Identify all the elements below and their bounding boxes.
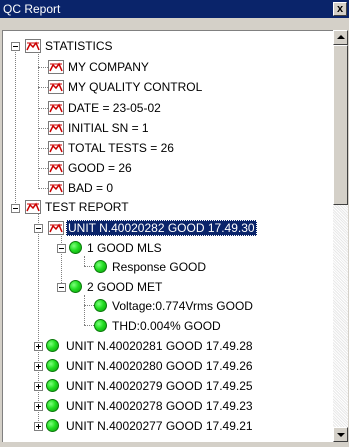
green-status-dot-icon [94, 319, 107, 332]
collapse-toggle-test-1[interactable] [57, 244, 66, 253]
collapse-toggle-test-2[interactable] [57, 283, 66, 292]
chart-icon [48, 141, 64, 155]
node-label: Response GOOD [112, 260, 207, 274]
green-status-dot-icon [69, 280, 82, 293]
scroll-up-button[interactable] [333, 30, 348, 45]
scroll-down-button[interactable] [333, 427, 348, 442]
collapse-toggle-statistics[interactable] [11, 42, 20, 51]
green-status-dot-icon [69, 241, 82, 254]
node-label: THD:0.004% GOOD [112, 319, 221, 333]
chart-icon [48, 181, 64, 195]
green-status-dot-icon [46, 359, 59, 372]
tree-node-test-1[interactable]: 1 GOOD MLS [85, 240, 164, 256]
green-status-dot-icon [46, 379, 59, 392]
tree-node-unit[interactable]: UNIT N.40020277 GOOD 17.49.21 [64, 418, 255, 434]
green-status-dot-icon [46, 419, 59, 432]
node-label: 2 GOOD MET [87, 280, 163, 294]
title-bar[interactable]: QC Report x [0, 0, 349, 18]
green-status-dot-icon [94, 299, 107, 312]
window-title: QC Report [3, 2, 61, 16]
tree-node-stat[interactable]: MY COMPANY [66, 59, 151, 75]
tree-node-stat[interactable]: GOOD = 26 [66, 160, 134, 176]
report-tree[interactable]: STATISTICS MY COMPANY MY QUALITY CONTROL… [2, 30, 334, 442]
scrollbar-thumb[interactable] [333, 45, 348, 205]
node-label: STATISTICS [45, 39, 113, 53]
tree-node-unit[interactable]: UNIT N.40020279 GOOD 17.49.25 [64, 378, 255, 394]
tree-node-result[interactable]: Response GOOD [110, 259, 208, 275]
node-label: UNIT N.40020279 GOOD 17.49.25 [66, 379, 253, 393]
tree-node-result[interactable]: Voltage:0.774Vrms GOOD [110, 298, 255, 314]
tree-node-stat[interactable]: DATE = 23-05-02 [66, 100, 163, 116]
node-label: UNIT N.40020278 GOOD 17.49.23 [66, 399, 253, 413]
node-label: UNIT N.40020281 GOOD 17.49.28 [66, 339, 253, 353]
tree-node-unit[interactable]: UNIT N.40020280 GOOD 17.49.26 [64, 358, 255, 374]
node-label: UNIT N.40020277 GOOD 17.49.21 [66, 419, 253, 433]
node-label: 1 GOOD MLS [87, 241, 162, 255]
collapse-toggle-unit[interactable] [34, 224, 43, 233]
green-status-dot-icon [46, 339, 59, 352]
chart-icon [48, 161, 64, 175]
tree-node-unit[interactable]: UNIT N.40020281 GOOD 17.49.28 [64, 338, 255, 354]
tree-node-result[interactable]: THD:0.004% GOOD [110, 318, 223, 334]
chart-icon [48, 80, 64, 94]
node-label: Voltage:0.774Vrms GOOD [112, 299, 253, 313]
close-button[interactable]: x [333, 2, 347, 16]
chart-icon [25, 200, 41, 214]
arrow-up-icon [337, 35, 345, 39]
green-status-dot-icon [94, 260, 107, 273]
node-label: GOOD = 26 [68, 161, 132, 175]
tree-node-test-2[interactable]: 2 GOOD MET [85, 279, 164, 295]
chart-icon [48, 101, 64, 115]
expand-toggle-unit[interactable] [34, 362, 43, 371]
chart-icon [25, 39, 41, 53]
expand-toggle-unit[interactable] [34, 402, 43, 411]
tree-node-stat[interactable]: TOTAL TESTS = 26 [66, 140, 176, 156]
expand-toggle-unit[interactable] [34, 342, 43, 351]
tree-node-stat[interactable]: MY QUALITY CONTROL [66, 79, 204, 95]
green-status-dot-icon [46, 399, 59, 412]
qc-report-window: QC Report x STATISTICS MY COMPANY MY QUA [0, 0, 349, 447]
expand-toggle-unit[interactable] [34, 422, 43, 431]
chart-icon [48, 121, 64, 135]
chart-icon [48, 60, 64, 74]
vertical-scrollbar[interactable] [333, 30, 348, 442]
tree-node-statistics[interactable]: STATISTICS [43, 38, 115, 54]
node-label: MY COMPANY [68, 60, 149, 74]
node-label: UNIT N.40020280 GOOD 17.49.26 [66, 359, 253, 373]
chart-icon [48, 221, 64, 235]
node-label: TOTAL TESTS = 26 [68, 141, 174, 155]
node-label: INITIAL SN = 1 [68, 121, 149, 135]
node-label: MY QUALITY CONTROL [68, 80, 203, 94]
node-label: TEST REPORT [45, 200, 129, 214]
node-label: DATE = 23-05-02 [68, 101, 161, 115]
tree-node-stat[interactable]: INITIAL SN = 1 [66, 120, 151, 136]
tree-node-stat[interactable]: BAD = 0 [66, 180, 115, 196]
expand-toggle-unit[interactable] [34, 382, 43, 391]
tree-node-unit[interactable]: UNIT N.40020278 GOOD 17.49.23 [64, 398, 255, 414]
arrow-down-icon [337, 433, 345, 437]
tree-node-test-report[interactable]: TEST REPORT [43, 199, 131, 215]
tree-node-unit-selected[interactable]: UNIT N.40020282 GOOD 17.49.30 [66, 220, 257, 236]
node-label: UNIT N.40020282 GOOD 17.49.30 [66, 220, 257, 236]
collapse-toggle-test-report[interactable] [11, 204, 20, 213]
node-label: BAD = 0 [68, 181, 114, 195]
